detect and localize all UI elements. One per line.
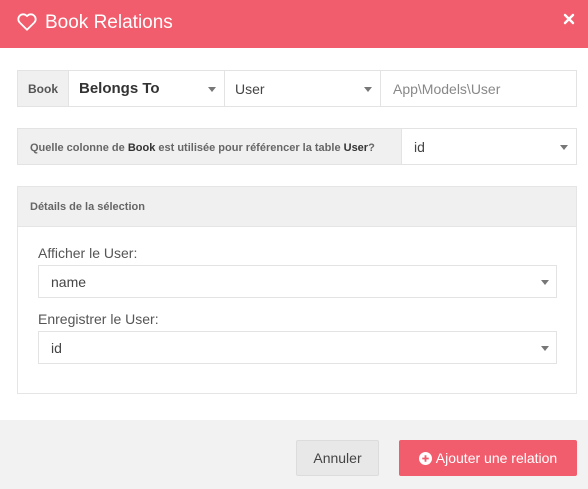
caret-down-icon <box>208 86 216 92</box>
caret-down-icon <box>541 279 549 285</box>
heart-icon <box>17 13 37 31</box>
modal-header: Book Relations <box>0 0 588 48</box>
selection-details-panel: Détails de la sélection Afficher le User… <box>17 186 577 394</box>
store-field-label: Enregistrer le User: <box>38 311 159 327</box>
source-model-label: Book <box>17 70 69 107</box>
plus-circle-icon <box>418 451 432 465</box>
display-field-value: name <box>51 273 87 290</box>
related-model-value: User <box>235 80 265 97</box>
question-source: Book <box>127 142 156 154</box>
question-target: User <box>343 142 369 154</box>
store-field-select[interactable]: id <box>38 331 557 364</box>
caret-down-icon <box>541 345 549 351</box>
display-field-label: Afficher le User: <box>38 245 138 261</box>
question-middle: est utilisée pour référencer la table <box>158 142 341 154</box>
caret-down-icon <box>364 86 372 92</box>
question-suffix: ? <box>368 142 375 154</box>
related-model-select[interactable]: User <box>225 70 381 107</box>
related-model-path: App\Models\User <box>381 70 577 107</box>
add-relation-label: Ajouter une relation <box>435 450 558 466</box>
foreign-key-question: Quelle colonne de Book est utilisée pour… <box>17 128 402 165</box>
display-field-select[interactable]: name <box>38 265 557 298</box>
caret-down-icon <box>560 144 568 150</box>
cancel-button[interactable]: Annuler <box>296 440 379 476</box>
close-icon[interactable] <box>563 13 575 25</box>
relation-type-select[interactable]: Belongs To <box>69 70 225 107</box>
foreign-key-value: id <box>414 138 425 155</box>
modal-footer: Annuler Ajouter une relation <box>0 420 588 489</box>
question-prefix: Quelle colonne de <box>30 142 125 154</box>
book-relations-modal: Book Relations Book Belongs To User App\… <box>0 0 588 489</box>
relation-definition-row: Book Belongs To User App\Models\User <box>17 70 577 107</box>
modal-title: Book Relations <box>45 12 173 33</box>
add-relation-button[interactable]: Ajouter une relation <box>399 440 577 476</box>
foreign-key-row: Quelle colonne de Book est utilisée pour… <box>17 128 577 165</box>
store-field-value: id <box>51 339 62 356</box>
foreign-key-select[interactable]: id <box>402 128 577 165</box>
relation-type-value: Belongs To <box>79 80 160 97</box>
panel-heading: Détails de la sélection <box>18 187 576 227</box>
